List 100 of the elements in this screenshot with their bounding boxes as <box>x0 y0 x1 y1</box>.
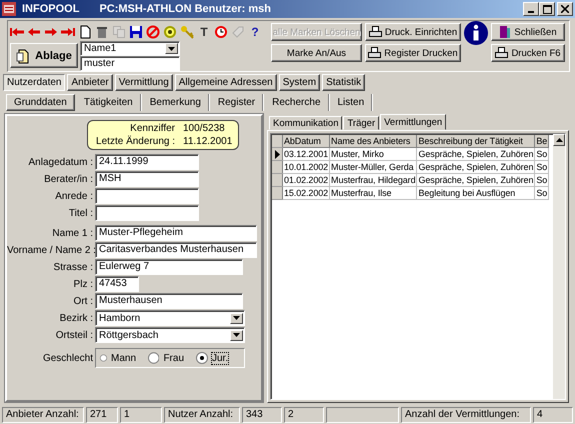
table-cell: Begleitung bei Ausflügen <box>416 186 535 200</box>
close-icon <box>561 5 569 13</box>
main-tab[interactable]: Nutzerdaten <box>3 74 66 91</box>
column-header[interactable]: Beschreibung der Tätigkeit <box>416 135 535 148</box>
marker-button[interactable]: Marke An/Aus <box>271 44 362 62</box>
table-cell: Gespräche, Spielen, Zuhören <box>416 160 535 174</box>
printer-icon <box>495 47 508 59</box>
print-button[interactable]: Druck. Einrichten <box>365 23 461 41</box>
sub-tab[interactable]: Grunddaten <box>6 94 75 111</box>
minimize-button[interactable] <box>523 2 539 16</box>
status-panel: 2 <box>284 407 324 423</box>
status-panel: Anbieter Anzahl: <box>2 407 84 423</box>
field-label: Anlagedatum : <box>28 156 93 168</box>
sub-tab[interactable]: Recherche <box>265 94 328 111</box>
column-header[interactable]: AbDatum <box>282 135 330 148</box>
app-name: INFOPOOL <box>22 3 80 15</box>
field-label: Geschlecht <box>42 352 93 364</box>
dropdown-arrow-icon <box>233 316 240 320</box>
field-label: Vorname / Name 2 : <box>7 244 93 256</box>
input-field[interactable]: Eulerweg 7 <box>95 259 243 275</box>
field-label: Ortsteil : <box>54 330 93 340</box>
maximize-icon <box>542 4 552 14</box>
input-field[interactable] <box>95 188 199 204</box>
info-value: 11.12.2001 <box>183 136 233 148</box>
field-label: Strasse : <box>52 262 93 272</box>
panel-tab[interactable]: Vermittlungen <box>380 114 446 130</box>
scroll-up-icon <box>556 138 562 142</box>
main-tab[interactable]: Allgemeine Adressen <box>174 74 277 91</box>
first-record-icon[interactable] <box>10 25 24 39</box>
input-field[interactable]: Musterhausen <box>95 293 243 309</box>
field-label: Anrede : <box>54 190 93 202</box>
panel-tab[interactable]: Träger <box>343 116 380 130</box>
table-cell: Gespräche, Spielen, Zuhören <box>416 148 535 160</box>
window-title: PC:MSH-ATHLON Benutzer: msh <box>99 3 271 15</box>
text-tool-icon[interactable]: T <box>197 25 211 39</box>
info-label: Letzte Änderung : <box>95 136 175 148</box>
print-button[interactable]: Drucken F6 <box>491 44 565 62</box>
door-icon <box>499 25 512 39</box>
clock-icon[interactable] <box>214 25 228 39</box>
column-header[interactable]: Be <box>534 135 549 148</box>
print-button[interactable]: Register Drucken <box>365 44 461 62</box>
field-label: Plz : <box>72 278 93 290</box>
radio-option[interactable]: Mann <box>100 352 136 364</box>
info-icon[interactable] <box>464 21 488 45</box>
dropdown-arrow-icon <box>168 46 175 50</box>
status-panel: 271 <box>86 407 118 423</box>
input-field[interactable]: MSH <box>95 171 199 187</box>
help-icon[interactable]: ? <box>248 25 262 39</box>
table-cell: Muster, Mirko <box>330 148 417 160</box>
dropdown-field[interactable]: Hamborn <box>95 310 245 326</box>
panel-tab[interactable]: Kommunikation <box>269 116 342 130</box>
printer-icon <box>368 26 382 38</box>
status-panel: 1 <box>120 407 162 423</box>
main-tab[interactable]: Anbieter <box>67 74 113 91</box>
table-cell: So <box>534 186 549 200</box>
new-document-icon[interactable] <box>78 25 92 39</box>
previous-icon[interactable] <box>27 25 41 39</box>
table-cell: 15.02.2002 <box>282 186 330 200</box>
table-cell: Gespräche, Spielen, Zuhören <box>416 174 535 186</box>
search-field[interactable]: muster <box>80 56 180 71</box>
status-panel: 4 <box>533 407 573 423</box>
input-field[interactable] <box>95 205 199 221</box>
sub-tab[interactable]: Listen <box>330 94 372 111</box>
maximize-button[interactable] <box>539 2 555 16</box>
info-value: 100/5238 <box>183 122 226 134</box>
radio-option[interactable]: Frau <box>148 352 184 364</box>
target-icon[interactable] <box>163 25 177 39</box>
table-cell: So <box>534 174 549 186</box>
dropdown-arrow-icon <box>233 333 240 337</box>
sub-tab[interactable]: Tätigkeiten <box>76 94 141 111</box>
table-cell: 01.02.2002 <box>282 174 330 186</box>
column-header[interactable]: Name des Anbieters <box>330 135 417 148</box>
dropdown-field[interactable]: Röttgersbach <box>95 327 245 343</box>
main-tab[interactable]: Vermittlung <box>114 74 173 91</box>
table-cell: 10.01.2002 <box>282 160 330 174</box>
trash-icon[interactable] <box>95 25 109 39</box>
main-tab[interactable]: Statistik <box>322 74 366 91</box>
input-field[interactable]: Muster-Pflegeheim <box>95 225 257 241</box>
table-cell: Musterfrau, Ilse <box>330 186 417 200</box>
table-cell: Musterfrau, Hildegard <box>330 174 417 186</box>
sub-tab[interactable]: Register <box>210 94 264 111</box>
input-field[interactable]: Caritasverbandes Musterhausen <box>95 242 257 258</box>
next-icon[interactable] <box>44 25 58 39</box>
filing-button[interactable]: Ablage <box>10 43 78 68</box>
field-label: Name 1 : <box>51 228 93 238</box>
close-app-button[interactable]: Schließen <box>491 23 565 41</box>
input-field[interactable]: 47453 <box>95 276 139 292</box>
field-label: Berater/in : <box>43 174 93 184</box>
radio-option[interactable]: Jur. <box>196 352 228 364</box>
row-indicator[interactable] <box>272 148 282 160</box>
field-label: Ort : <box>72 296 93 306</box>
status-panel: Anzahl der Vermittlungen: <box>401 407 531 423</box>
sub-tab[interactable]: Bemerkung <box>142 94 209 111</box>
input-field[interactable]: 24.11.1999 <box>95 154 199 170</box>
field-label: Bezirk : <box>58 312 93 324</box>
close-button[interactable] <box>557 2 573 16</box>
main-tab[interactable]: System <box>278 74 320 91</box>
name-dropdown[interactable]: Name1 <box>80 41 180 56</box>
field-label: Titel : <box>68 208 93 218</box>
vertical-scrollbar[interactable] <box>553 134 565 399</box>
